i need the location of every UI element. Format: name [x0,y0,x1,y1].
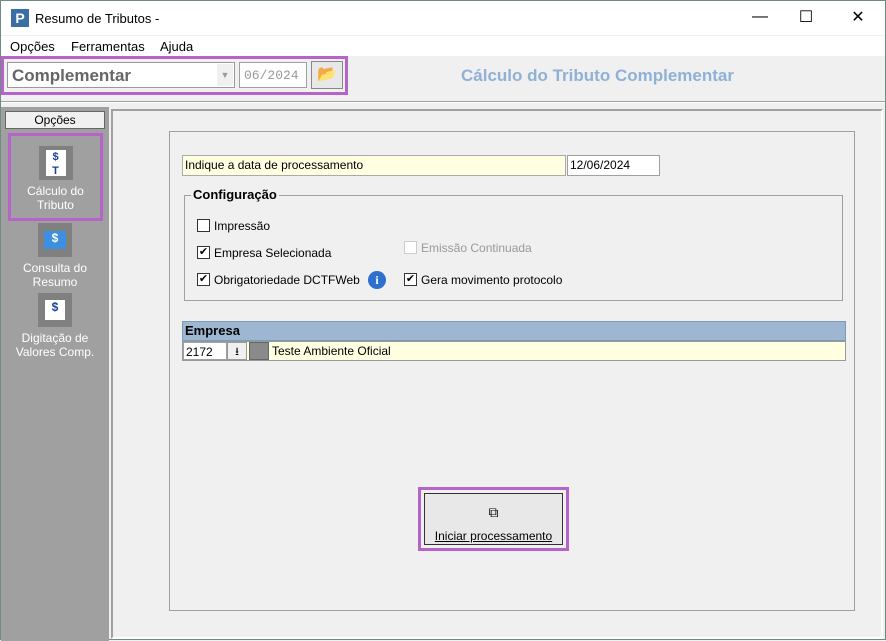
title-bar: P Resumo de Tributos - — ☐ ✕ [1,1,885,35]
impressao-checkbox[interactable]: Impressão [197,219,270,233]
checkmark-icon: ✔ [404,273,417,286]
checkbox-label: Impressão [214,219,271,233]
info-icon[interactable]: i [368,271,386,289]
form-panel: Indique a data de processamento 12/06/20… [169,131,855,611]
app-logo-icon: P [11,9,29,27]
menu-ajuda[interactable]: Ajuda [160,39,193,54]
minimize-button[interactable]: — [737,1,783,33]
period-input[interactable]: 06/2024 [239,62,307,88]
toolbar-highlight: Complementar ▼ 06/2024 📂 [1,56,348,95]
main-window: P Resumo de Tributos - — ☐ ✕ Opções Ferr… [0,0,886,641]
edit-values-icon: $ [38,293,72,327]
empresa-name: Teste Ambiente Oficial [272,344,391,358]
sidebar-item-label: Digitação de Valores Comp. [15,331,95,359]
emissao-continuada-checkbox[interactable]: Emissão Continuada [404,241,532,255]
chevron-down-icon[interactable]: ▼ [217,64,233,86]
checkmark-icon: ✔ [197,273,210,286]
content-area: Indique a data de processamento 12/06/20… [111,109,883,639]
divider [1,101,885,103]
date-label: Indique a data de processamento [182,155,566,176]
menu-opcoes[interactable]: Opções [10,39,55,54]
start-button-label: Iniciar processamento [434,529,553,543]
folder-open-icon: 📂 [317,66,337,83]
obrigatoriedade-checkbox[interactable]: ✔ Obrigatoriedade DCTFWeb [197,273,360,287]
start-processing-button[interactable]: ⧉ Iniciar processamento [424,493,563,545]
sidebar-item-label: Cálculo do Tributo [27,184,84,212]
page-title: Cálculo do Tributo Complementar [461,66,734,85]
checkbox-box [197,219,210,232]
checkbox-box [404,241,417,254]
sidebar-item-digitacao[interactable]: $ Digitação de Valores Comp. [9,293,101,359]
start-button-highlight: ⧉ Iniciar processamento [418,487,569,551]
sidebar: Opções $ T Cálculo do Tributo $ Consulta … [1,107,109,641]
sidebar-item-label: Consulta do Resumo [22,261,88,289]
config-title: Configuração [191,187,279,202]
person-search-icon[interactable] [249,342,269,360]
menu-bar: Opções Ferramentas Ajuda [1,36,885,56]
maximize-button[interactable]: ☐ [783,1,829,33]
menu-ferramentas[interactable]: Ferramentas [71,39,145,54]
config-group: Configuração Impressão ✔ Empresa Selecion… [184,187,843,301]
gera-movimento-checkbox[interactable]: ✔ Gera movimento protocolo [404,273,562,287]
window-title: Resumo de Tributos - [35,11,160,26]
checkmark-icon: ✔ [197,246,210,259]
empresa-row: 2172 ⭳ Teste Ambiente Oficial [182,341,846,361]
checkbox-label: Obrigatoriedade DCTFWeb [214,273,360,287]
date-input[interactable]: 12/06/2024 [567,155,660,176]
close-button[interactable]: ✕ [835,1,881,33]
empresa-code-input[interactable]: 2172 [183,342,227,360]
open-folder-button[interactable]: 📂 [311,61,343,89]
empresa-header: Empresa [182,321,846,341]
checkbox-label: Emissão Continuada [421,241,532,255]
checkbox-label: Gera movimento protocolo [421,273,563,287]
download-icon[interactable]: ⭳ [227,342,247,360]
empresa-selecionada-checkbox[interactable]: ✔ Empresa Selecionada [197,246,331,260]
copy-icon: ⧉ [488,504,499,520]
type-select[interactable]: Complementar ▼ [7,62,235,88]
checkbox-label: Empresa Selecionada [214,246,332,260]
period-value: 06/2024 [244,68,299,83]
sidebar-item-calculo[interactable]: $ T Cálculo do Tributo [8,133,103,221]
type-select-value: Complementar [12,66,132,85]
computer-icon: $ [38,223,72,257]
sidebar-item-consulta[interactable]: $ Consulta do Resumo [9,223,101,289]
sidebar-header: Opções [5,111,105,129]
tax-document-icon: $ T [38,146,73,180]
